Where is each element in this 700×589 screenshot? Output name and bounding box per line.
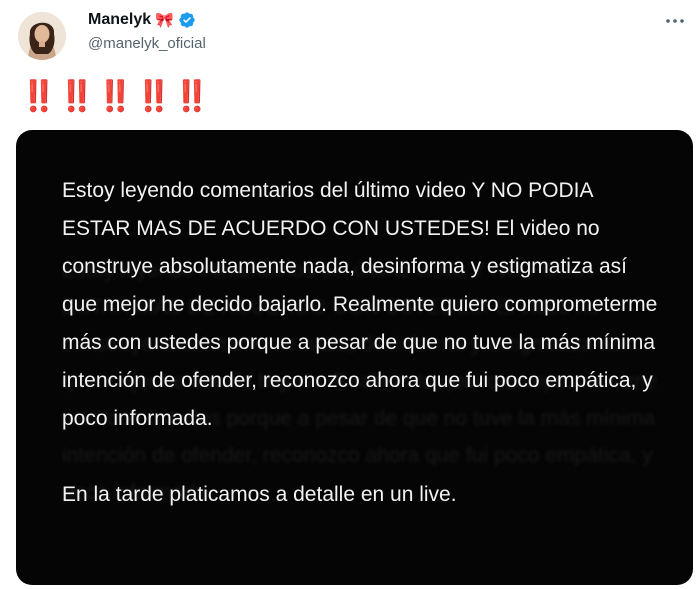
more-options-icon[interactable] — [662, 10, 688, 32]
tweet-text: ‼️‼️‼️‼️‼️ — [20, 80, 212, 113]
avatar[interactable] — [18, 12, 66, 60]
note-paragraph-1: Estoy leyendo comentarios del último vid… — [62, 179, 658, 430]
media-note-text: Estoy leyendo comentarios del último vid… — [62, 172, 662, 514]
display-name[interactable]: Manelyk — [88, 11, 151, 29]
avatar-image — [18, 12, 66, 60]
author-handle[interactable]: @manelyk_oficial — [88, 35, 206, 52]
bow-icon: 🎀 — [155, 11, 174, 29]
tweet-media-image[interactable]: Estoy leyendo comentarios del último vid… — [16, 130, 693, 585]
note-paragraph-2: En la tarde platicamos a detalle en un l… — [62, 483, 457, 506]
verified-badge-icon — [179, 12, 195, 28]
author-name-row: Manelyk 🎀 — [88, 11, 196, 29]
